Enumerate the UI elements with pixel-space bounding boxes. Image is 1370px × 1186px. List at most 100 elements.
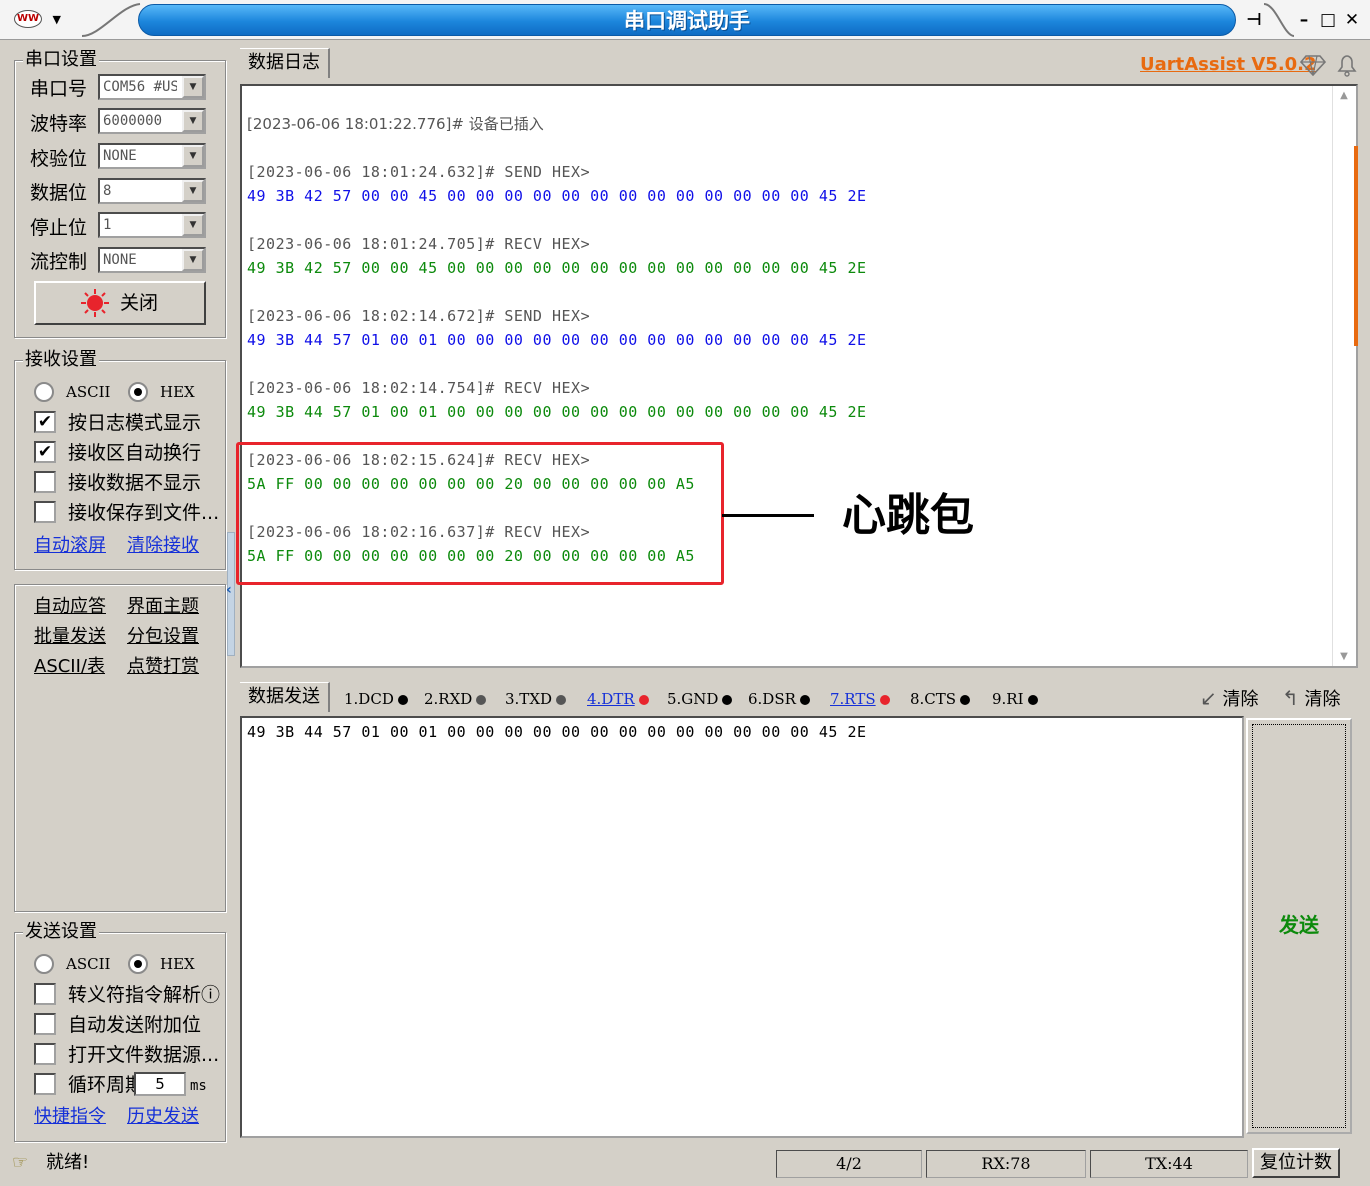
log-entry-data: 49 3B 42 57 00 00 45 00 00 00 00 00 00 0…: [247, 259, 867, 277]
reset-count-button[interactable]: 复位计数: [1252, 1148, 1340, 1178]
auto-scroll-link[interactable]: 自动滚屏: [34, 535, 106, 557]
scroll-up-icon[interactable]: ▲: [1333, 90, 1355, 101]
file-source-checkbox[interactable]: [34, 1043, 56, 1065]
title-pill: 串口调试助手: [138, 4, 1236, 36]
signal-dtr[interactable]: 4.DTR: [587, 688, 649, 710]
flow-select[interactable]: NONE ▼: [98, 247, 206, 273]
donate-link[interactable]: 点赞打赏: [127, 656, 199, 678]
bell-icon[interactable]: [1334, 52, 1360, 78]
hide-data-checkbox[interactable]: [34, 471, 56, 493]
cts-led-icon: [960, 695, 971, 705]
minimize-icon[interactable]: –: [1292, 8, 1316, 32]
databits-select[interactable]: 8 ▼: [98, 178, 206, 204]
app-menu[interactable]: WW ▼: [10, 6, 72, 32]
status-rx: RX:78: [926, 1150, 1086, 1178]
send-hex-label: HEX: [160, 955, 195, 973]
save-to-file-checkbox[interactable]: [34, 501, 56, 523]
log-entry-data: 49 3B 44 57 01 00 01 00 00 00 00 00 00 0…: [247, 403, 867, 421]
send-button[interactable]: 发送: [1246, 718, 1352, 1134]
brand-link[interactable]: UartAssist V5.0.2: [1140, 54, 1317, 76]
hide-data-label: 接收数据不显示: [68, 472, 202, 494]
stopbits-label: 停止位: [30, 217, 88, 239]
send-settings-title: 发送设置: [23, 920, 99, 944]
arrow-up-icon: ↰: [1282, 686, 1299, 710]
send-ascii-radio[interactable]: [34, 954, 54, 974]
escape-parse-label: 转义符指令解析ⓘ: [68, 984, 221, 1006]
log-entry-head: [2023-06-06 18:01:24.705]# RECV HEX>: [247, 235, 591, 253]
signal-txd[interactable]: 3.TXD: [505, 688, 567, 710]
chevron-down-icon: ▼: [182, 214, 204, 236]
signal-rts[interactable]: 7.RTS: [830, 688, 890, 710]
quick-commands-link[interactable]: 快捷指令: [34, 1106, 106, 1128]
log-entry-head: [2023-06-06 18:02:14.754]# RECV HEX>: [247, 379, 591, 397]
batch-send-link[interactable]: 批量发送: [34, 626, 106, 648]
heartbeat-annotation: 心跳包: [842, 490, 974, 541]
arrow-down-left-icon: ↙: [1200, 686, 1217, 710]
cycle-checkbox[interactable]: [34, 1073, 56, 1095]
theme-link[interactable]: 界面主题: [127, 596, 199, 618]
auto-reply-link[interactable]: 自动应答: [34, 596, 106, 618]
log-entry-head: [2023-06-06 18:02:14.672]# SEND HEX>: [247, 307, 591, 325]
receive-ascii-radio[interactable]: [34, 382, 54, 402]
clear-receive-button[interactable]: ↙ 清除: [1200, 686, 1259, 712]
log-entry-data: 49 3B 42 57 00 00 45 00 00 00 00 00 00 0…: [247, 187, 867, 205]
save-to-file-label: 接收保存到文件...: [68, 502, 220, 524]
close-icon[interactable]: ✕: [1340, 8, 1364, 32]
signal-cts[interactable]: 8.CTS: [910, 688, 971, 710]
auto-wrap-label: 接收区自动换行: [68, 442, 202, 464]
chevron-down-icon: ▼: [182, 180, 204, 202]
receive-hex-radio[interactable]: [128, 382, 148, 402]
window-title: 串口调试助手: [624, 9, 750, 33]
send-input-area[interactable]: 49 3B 44 57 01 00 01 00 00 00 00 00 00 0…: [240, 716, 1244, 1138]
diamond-icon[interactable]: [1300, 54, 1326, 76]
log-mode-checkbox[interactable]: ✔: [34, 411, 56, 433]
log-entry-head: [2023-06-06 18:01:24.632]# SEND HEX>: [247, 163, 591, 181]
send-hex-radio[interactable]: [128, 954, 148, 974]
flow-label: 流控制: [30, 251, 88, 273]
chevron-down-icon: ▼: [182, 249, 204, 271]
stopbits-select[interactable]: 1 ▼: [98, 212, 206, 238]
receive-ascii-label: ASCII: [66, 383, 111, 401]
tab-data-log[interactable]: 数据日志: [240, 48, 330, 78]
signal-dsr[interactable]: 6.DSR: [748, 688, 810, 710]
maximize-icon[interactable]: □: [1316, 8, 1340, 32]
signal-dcd[interactable]: 1.DCD: [344, 688, 408, 710]
scroll-down-icon[interactable]: ▼: [1333, 651, 1355, 662]
signal-rxd[interactable]: 2.RXD: [424, 688, 487, 710]
cycle-period-input[interactable]: 5: [134, 1072, 186, 1096]
port-select[interactable]: COM56 #US ▼: [98, 74, 206, 100]
port-status-icon: [81, 289, 109, 317]
clear-send-button[interactable]: ↰ 清除: [1282, 686, 1341, 712]
scroll-thumb[interactable]: [1354, 146, 1358, 346]
signal-ri[interactable]: 9.RI: [992, 688, 1038, 710]
open-close-port-label: 关闭: [120, 292, 159, 314]
chevron-down-icon: ▼: [182, 76, 204, 98]
escape-parse-checkbox[interactable]: [34, 983, 56, 1005]
signal-gnd[interactable]: 5.GND: [667, 688, 733, 710]
dtr-led-icon: [638, 695, 649, 705]
cycle-unit: ms: [190, 1078, 207, 1094]
chevron-left-icon[interactable]: ‹: [226, 582, 232, 598]
chevron-down-icon: ▼: [182, 145, 204, 167]
packet-settings-link[interactable]: 分包设置: [127, 626, 199, 648]
send-history-link[interactable]: 历史发送: [127, 1106, 199, 1128]
dcd-led-icon: [397, 695, 408, 705]
serial-settings-title: 串口设置: [23, 48, 99, 72]
baud-select[interactable]: 6000000 ▼: [98, 108, 206, 134]
receive-settings-title: 接收设置: [23, 348, 99, 372]
receive-hex-label: HEX: [160, 383, 195, 401]
parity-select[interactable]: NONE ▼: [98, 143, 206, 169]
txd-led-icon: [556, 695, 567, 705]
append-bits-checkbox[interactable]: [34, 1013, 56, 1035]
log-scrollbar[interactable]: ▲ ▼: [1332, 86, 1358, 666]
baud-label: 波特率: [30, 113, 88, 135]
auto-wrap-checkbox[interactable]: ✔: [34, 441, 56, 463]
open-close-port-button[interactable]: 关闭: [34, 281, 206, 325]
rts-led-icon: [879, 695, 890, 705]
title-decoration: [81, 3, 141, 37]
clear-receive-link[interactable]: 清除接收: [127, 535, 199, 557]
status-ready-text: 就绪!: [46, 1152, 90, 1173]
port-label: 串口号: [30, 78, 88, 100]
ascii-table-link[interactable]: ASCII/表: [34, 656, 105, 678]
file-source-label: 打开文件数据源...: [68, 1044, 220, 1066]
